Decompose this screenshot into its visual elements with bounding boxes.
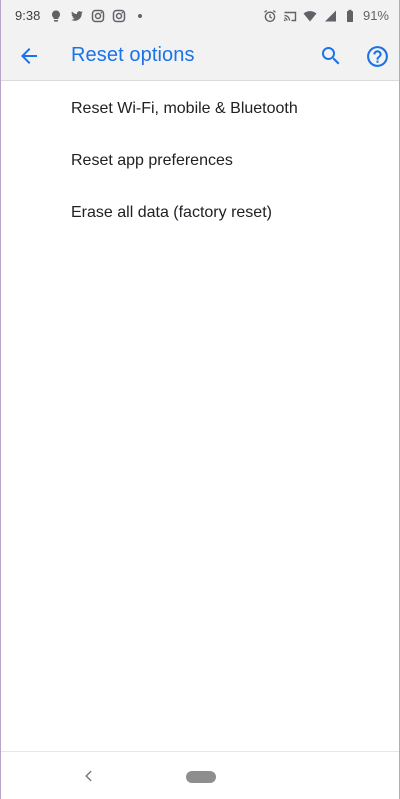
status-left: 9:38: [15, 8, 147, 23]
page-title: Reset options: [71, 44, 195, 66]
option-reset-network[interactable]: Reset Wi-Fi, mobile & Bluetooth: [1, 83, 399, 135]
option-reset-app-preferences[interactable]: Reset app preferences: [1, 135, 399, 187]
dot-icon: [133, 9, 147, 23]
search-icon: [322, 47, 340, 65]
help-icon: [366, 45, 388, 67]
battery-icon: [343, 9, 357, 23]
status-time: 9:38: [15, 8, 41, 23]
arrow-back-icon: [21, 48, 37, 64]
alarm-icon: [263, 9, 277, 23]
phone-screen: 9:38 91% Reset options Reset Wi-Fi, mobi…: [0, 0, 400, 799]
reset-options-list: Reset Wi-Fi, mobile & Bluetooth Reset ap…: [1, 83, 399, 239]
search-button[interactable]: [317, 42, 345, 70]
instagram-icon: [91, 9, 105, 23]
chevron-left-icon: [85, 770, 92, 782]
home-pill-button[interactable]: [186, 771, 216, 783]
cast-icon: [283, 9, 297, 23]
app-bar: Reset options: [1, 31, 399, 81]
wifi-icon: [303, 9, 317, 23]
bulb-icon: [49, 9, 63, 23]
help-button[interactable]: [363, 42, 391, 70]
option-factory-reset[interactable]: Erase all data (factory reset): [1, 187, 399, 239]
instagram-icon: [112, 9, 126, 23]
twitter-icon: [70, 9, 84, 23]
status-right: 91%: [263, 8, 389, 23]
navigation-bar: [1, 751, 399, 799]
back-button[interactable]: [15, 42, 43, 70]
status-bar: 9:38 91%: [1, 0, 399, 31]
battery-percent: 91%: [362, 8, 389, 23]
nav-back-button[interactable]: [79, 766, 99, 786]
signal-icon: [323, 9, 337, 23]
